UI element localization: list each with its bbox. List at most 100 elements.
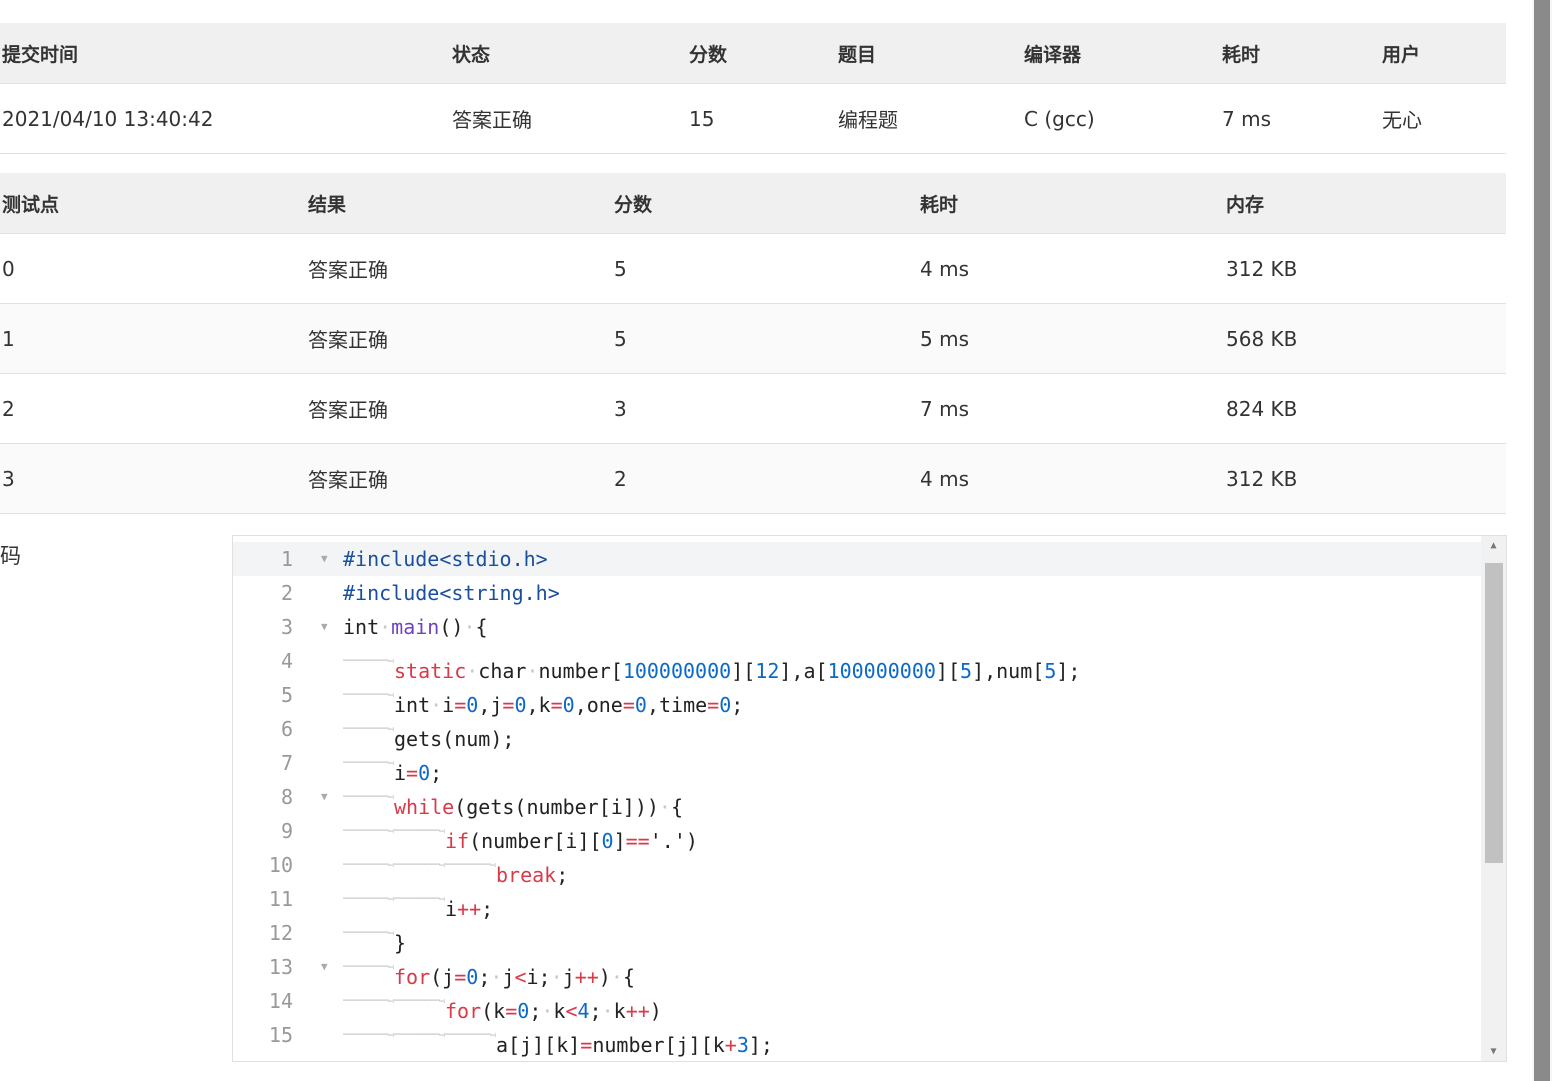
- code-token: ];: [748, 1033, 773, 1057]
- page-scrollbar-thumb[interactable]: [1534, 0, 1550, 1081]
- code-text: int·main()·{: [343, 610, 488, 644]
- fold-arrow-icon[interactable]: ▼: [321, 610, 328, 644]
- tab-indent-icon: ──────→: [343, 925, 394, 941]
- scroll-up-icon[interactable]: ▲: [1481, 540, 1506, 551]
- line-number: 9: [280, 819, 293, 843]
- code-line[interactable]: 14 ──────→──────→for(k=0;·k<4;·k++): [233, 984, 1481, 1023]
- header-submit-time: 提交时间: [0, 23, 450, 84]
- code-line[interactable]: 5 ──────→int·i=0,j=0,k=0,one=0,time=0;: [233, 678, 1481, 717]
- submission-user-link[interactable]: 无心: [1380, 83, 1506, 154]
- test-id: 0: [0, 233, 306, 304]
- code-line[interactable]: 1 ▼ #include<stdio.h>: [233, 542, 1481, 576]
- submission-row: 2021/04/10 13:40:42 答案正确 15 编程题 C (gcc) …: [0, 83, 1506, 154]
- code-token: #include<string.h>: [343, 581, 560, 605]
- test-time: 5 ms: [918, 303, 1224, 374]
- scroll-down-icon[interactable]: ▼: [1481, 1046, 1506, 1057]
- code-token: {: [475, 615, 488, 639]
- header-test-score: 分数: [612, 173, 918, 234]
- code-line[interactable]: 11 ──────→──────→i++;: [233, 882, 1481, 921]
- line-number: 10: [268, 853, 293, 877]
- fold-arrow-icon[interactable]: ▼: [321, 542, 328, 576]
- tab-indent-icon: ──────→: [343, 687, 394, 703]
- code-text: #include<string.h>: [343, 576, 560, 610]
- submission-status: 答案正确: [450, 83, 687, 154]
- test-row: 1 答案正确 5 5 ms 568 KB: [0, 303, 1506, 374]
- code-token: #include<stdio.h>: [343, 547, 548, 571]
- code-editor[interactable]: 1 ▼ #include<stdio.h> 2 #include<string.h> 3 ▼…: [232, 535, 1507, 1062]
- header-test-case: 测试点: [0, 173, 306, 234]
- code-line[interactable]: 6 ──────→gets(num);: [233, 712, 1481, 751]
- code-line[interactable]: 4 ──────→static·char·number[100000000][12…: [233, 644, 1481, 683]
- code-token: number[j][k: [592, 1033, 725, 1057]
- code-label: 码: [0, 544, 21, 568]
- line-number: 5: [280, 683, 293, 707]
- header-duration: 耗时: [1220, 23, 1380, 84]
- page-scrollbar[interactable]: [1532, 0, 1552, 1081]
- test-time: 4 ms: [918, 233, 1224, 304]
- test-id: 1: [0, 303, 306, 374]
- header-status: 状态: [450, 23, 687, 84]
- test-memory: 312 KB: [1224, 233, 1506, 304]
- submission-score: 15: [687, 83, 836, 154]
- test-time: 4 ms: [918, 443, 1224, 514]
- test-memory: 312 KB: [1224, 443, 1506, 514]
- tab-indent-icon: ──────→: [343, 653, 394, 669]
- tab-indent-icon: ──────→: [394, 993, 445, 1009]
- tab-indent-icon: ──────→: [343, 721, 394, 737]
- code-line[interactable]: 12 ──────→}: [233, 916, 1481, 955]
- fold-arrow-icon[interactable]: ▼: [321, 950, 328, 984]
- tab-indent-icon: ──────→: [343, 993, 394, 1009]
- line-number: 14: [268, 989, 293, 1013]
- code-line[interactable]: 15 ──────→──────→──────→a[j][k]=number[j]…: [233, 1018, 1481, 1057]
- tab-indent-icon: ──────→: [394, 857, 445, 873]
- code-line[interactable]: 9 ──────→──────→if(number[i][0]=='.'): [233, 814, 1481, 853]
- fold-arrow-icon[interactable]: ▼: [321, 780, 328, 814]
- line-number: 2: [280, 581, 293, 605]
- code-line[interactable]: 8 ▼ ──────→while(gets(number[i]))·{: [233, 780, 1481, 819]
- test-score: 5: [612, 303, 918, 374]
- code-token: a[j][k]: [496, 1033, 581, 1057]
- code-token: int: [343, 615, 380, 639]
- code-line[interactable]: 3 ▼ int·main()·{: [233, 610, 1481, 644]
- header-test-time: 耗时: [918, 173, 1224, 234]
- code-token: main: [391, 615, 440, 639]
- line-number: 13: [268, 955, 293, 979]
- code-text: ──────→──────→──────→a[j][k]=number[j][k…: [343, 1018, 773, 1061]
- line-number: 4: [280, 649, 293, 673]
- line-number: 15: [268, 1023, 293, 1047]
- line-number: 11: [268, 887, 293, 911]
- tab-indent-icon: ──────→: [343, 857, 394, 873]
- header-memory: 内存: [1224, 173, 1506, 234]
- line-number: 1: [280, 547, 293, 571]
- code-token: ·: [379, 615, 392, 639]
- line-number: 3: [280, 615, 293, 639]
- test-row: 3 答案正确 2 4 ms 312 KB: [0, 443, 1506, 514]
- tab-indent-icon: ──────→: [394, 823, 445, 839]
- test-memory: 824 KB: [1224, 373, 1506, 444]
- editor-scrollbar[interactable]: ▲ ▼: [1481, 536, 1506, 1061]
- test-result: 答案正确: [306, 373, 612, 444]
- test-score: 5: [612, 233, 918, 304]
- header-score: 分数: [687, 23, 836, 84]
- code-token: =: [580, 1033, 593, 1057]
- tab-indent-icon: ──────→: [343, 891, 394, 907]
- code-token: 3: [736, 1033, 749, 1057]
- test-row: 2 答案正确 3 7 ms 824 KB: [0, 373, 1506, 444]
- tab-indent-icon: ──────→: [394, 1027, 445, 1043]
- tab-indent-icon: ──────→: [343, 755, 394, 771]
- tab-indent-icon: ──────→: [343, 789, 394, 805]
- line-number: 8: [280, 785, 293, 809]
- submission-problem-link[interactable]: 编程题: [836, 83, 1022, 154]
- code-token: (): [439, 615, 464, 639]
- code-line[interactable]: 7 ──────→i=0;: [233, 746, 1481, 785]
- tab-indent-icon: ──────→: [445, 857, 496, 873]
- code-line[interactable]: 10 ──────→──────→──────→break;: [233, 848, 1481, 887]
- test-result: 答案正确: [306, 233, 612, 304]
- test-memory: 568 KB: [1224, 303, 1506, 374]
- test-time: 7 ms: [918, 373, 1224, 444]
- editor-scrollbar-thumb[interactable]: [1485, 563, 1503, 863]
- tab-indent-icon: ──────→: [394, 891, 445, 907]
- code-line[interactable]: 2 #include<string.h>: [233, 576, 1481, 610]
- code-token: +: [724, 1033, 737, 1057]
- code-line[interactable]: 13 ▼ ──────→for(j=0;·j<i;·j++)·{: [233, 950, 1481, 989]
